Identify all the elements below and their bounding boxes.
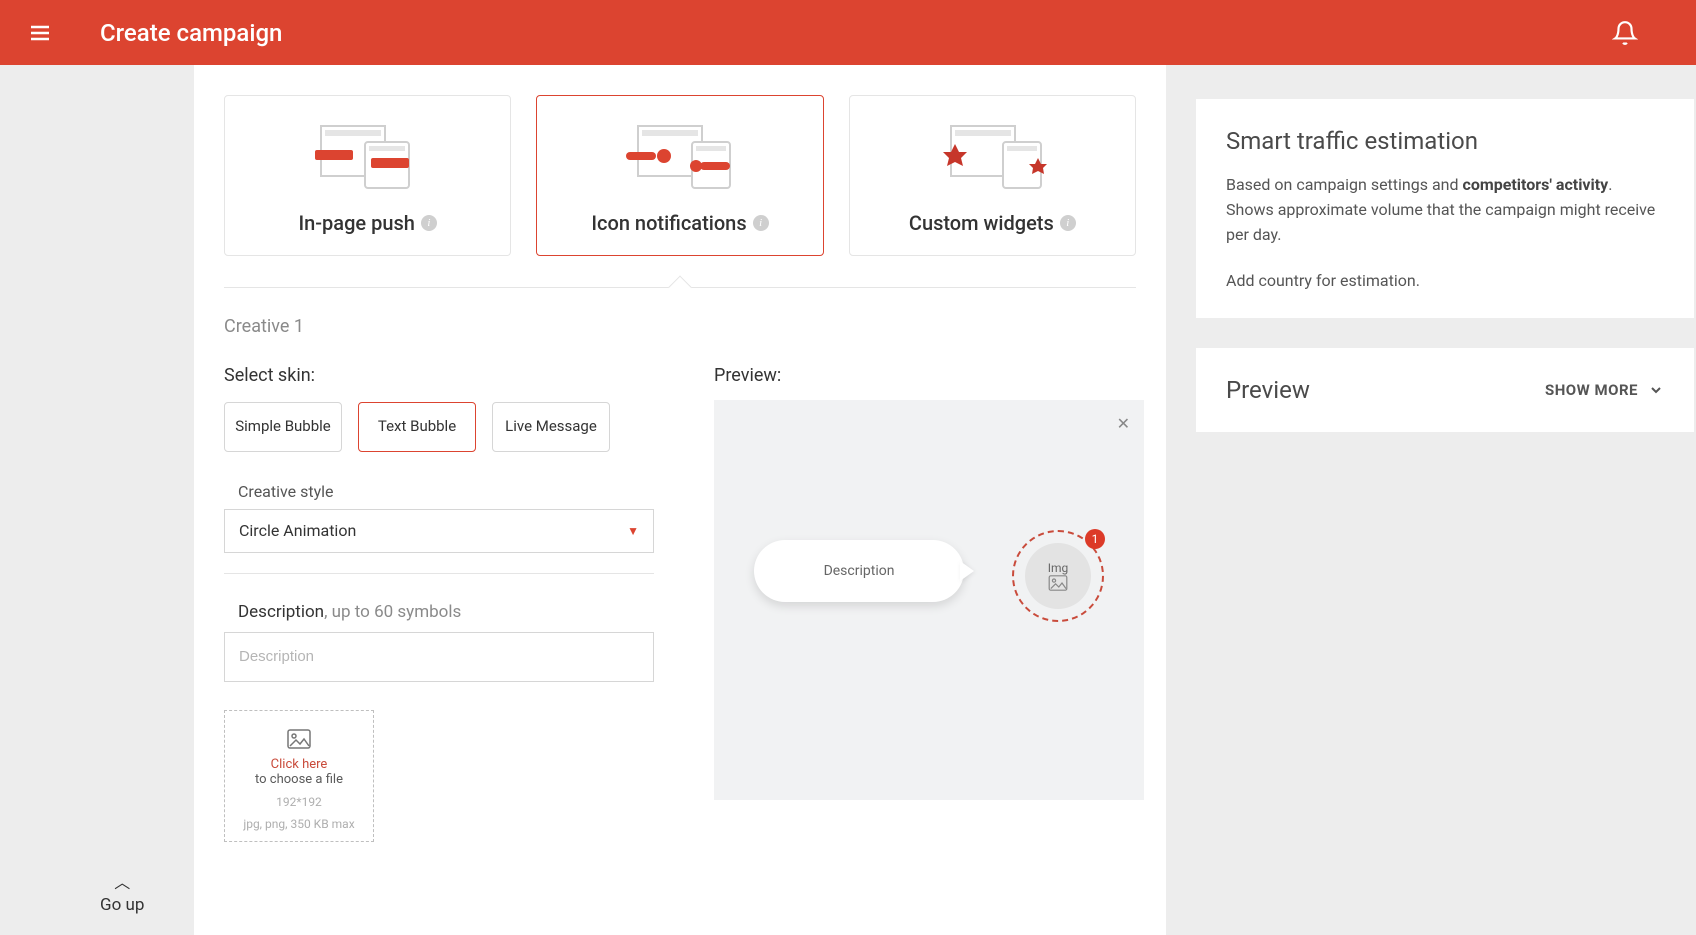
estimation-text-before: Based on campaign settings and bbox=[1226, 175, 1463, 194]
estimation-text-bold: competitors' activity bbox=[1463, 175, 1609, 194]
show-more-label: SHOW MORE bbox=[1545, 381, 1638, 399]
creative-settings: Select skin: Simple Bubble Text Bubble L… bbox=[224, 365, 654, 842]
description-label-text: Description bbox=[238, 602, 324, 622]
preview-bubble-text: Description bbox=[824, 563, 895, 579]
creative-style-select[interactable]: Circle Animation ▼ bbox=[224, 509, 654, 553]
card-title: Custom widgets i bbox=[909, 211, 1076, 235]
card-title: In-page push i bbox=[298, 211, 436, 235]
card-title-text: In-page push bbox=[298, 211, 414, 235]
creative-preview-column: Preview: ✕ Description Img 1 bbox=[714, 365, 1144, 842]
card-title: Icon notifications i bbox=[591, 211, 768, 235]
preview-side-card: Preview SHOW MORE bbox=[1196, 348, 1694, 432]
smart-traffic-estimation-card: Smart traffic estimation Based on campai… bbox=[1196, 99, 1694, 318]
preview-label: Preview: bbox=[714, 365, 1144, 386]
upload-dimensions: 192*192 bbox=[235, 795, 363, 809]
chevron-down-icon bbox=[1648, 382, 1664, 398]
upload-click-here: Click here bbox=[235, 757, 363, 772]
select-skin-label: Select skin: bbox=[224, 365, 654, 386]
description-hint: , up to 60 symbols bbox=[324, 602, 461, 622]
estimation-text: Based on campaign settings and competito… bbox=[1226, 173, 1664, 247]
card-title-text: Icon notifications bbox=[591, 211, 746, 235]
preview-widget: Description Img 1 bbox=[754, 540, 1104, 620]
divider bbox=[224, 256, 1136, 288]
close-preview-icon[interactable]: ✕ bbox=[1117, 414, 1130, 433]
section-divider bbox=[224, 573, 654, 574]
skin-live-message[interactable]: Live Message bbox=[492, 402, 610, 452]
upload-limit: jpg, png, 350 KB max bbox=[235, 817, 363, 831]
caret-down-icon: ▼ bbox=[627, 524, 639, 538]
inpage-push-illustration-icon bbox=[240, 121, 495, 191]
info-icon[interactable]: i bbox=[1060, 215, 1076, 231]
upload-choose-text: to choose a file bbox=[255, 772, 343, 787]
chevron-up-icon: ︿ bbox=[100, 869, 144, 893]
top-header: Create campaign bbox=[0, 0, 1696, 65]
estimation-add-country: Add country for estimation. bbox=[1226, 271, 1664, 290]
preview-text-bubble: Description bbox=[754, 540, 964, 602]
page-title: Create campaign bbox=[100, 19, 282, 47]
card-title-text: Custom widgets bbox=[909, 211, 1054, 235]
estimation-title: Smart traffic estimation bbox=[1226, 127, 1664, 155]
preview-canvas: ✕ Description Img 1 bbox=[714, 400, 1144, 800]
notifications-icon[interactable] bbox=[1604, 12, 1646, 54]
notification-badge: 1 bbox=[1085, 529, 1105, 549]
skin-simple-bubble[interactable]: Simple Bubble bbox=[224, 402, 342, 452]
show-more-button[interactable]: SHOW MORE bbox=[1545, 381, 1664, 399]
header-left: Create campaign bbox=[20, 13, 282, 53]
info-icon[interactable]: i bbox=[421, 215, 437, 231]
creative-index-label: Creative 1 bbox=[224, 316, 1136, 337]
go-up-button[interactable]: ︿ Go up bbox=[100, 869, 144, 915]
content-panel: In-page push i bbox=[194, 65, 1166, 935]
creative-style-value: Circle Animation bbox=[239, 521, 356, 540]
preview-icon-circle: Img 1 bbox=[1012, 530, 1104, 622]
card-icon-notifications[interactable]: Icon notifications i bbox=[536, 95, 823, 256]
hamburger-menu-icon[interactable] bbox=[20, 13, 60, 53]
preview-side-title: Preview bbox=[1226, 376, 1310, 404]
go-up-label: Go up bbox=[100, 895, 144, 915]
skin-options: Simple Bubble Text Bubble Live Message bbox=[224, 402, 654, 452]
card-inpage-push[interactable]: In-page push i bbox=[224, 95, 511, 256]
preview-icon-placeholder: Img bbox=[1025, 543, 1091, 609]
description-label: Description, up to 60 symbols bbox=[224, 602, 654, 622]
image-placeholder-icon bbox=[1048, 575, 1068, 591]
card-custom-widgets[interactable]: Custom widgets i bbox=[849, 95, 1136, 256]
creative-style-label: Creative style bbox=[224, 482, 654, 501]
right-sidebar: Smart traffic estimation Based on campai… bbox=[1196, 65, 1694, 935]
info-icon[interactable]: i bbox=[753, 215, 769, 231]
skin-text-bubble[interactable]: Text Bubble bbox=[358, 402, 476, 452]
custom-widgets-illustration-icon bbox=[865, 121, 1120, 191]
campaign-type-cards: In-page push i bbox=[224, 95, 1136, 256]
main-area: In-page push i bbox=[0, 65, 1696, 935]
creative-editor: Select skin: Simple Bubble Text Bubble L… bbox=[224, 365, 1136, 842]
image-upload-dropzone[interactable]: Click here to choose a file 192*192 jpg,… bbox=[224, 710, 374, 842]
icon-notifications-illustration-icon bbox=[552, 121, 807, 191]
preview-img-label: Img bbox=[1048, 561, 1069, 575]
description-input[interactable] bbox=[224, 632, 654, 682]
